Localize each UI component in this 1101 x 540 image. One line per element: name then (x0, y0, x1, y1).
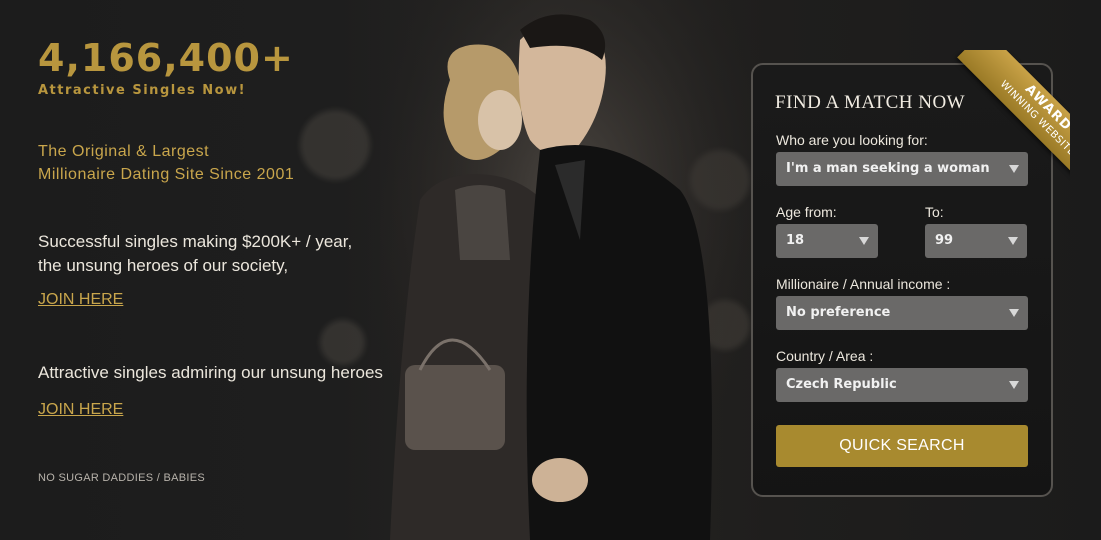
age-to-value: 99 (935, 233, 954, 248)
chevron-down-icon (858, 224, 870, 258)
age-from-label: Age from: (776, 204, 837, 220)
age-from-select[interactable]: 18 (776, 224, 878, 258)
join-here-link-successful[interactable]: JOIN HERE (38, 291, 123, 309)
chevron-down-icon (1007, 224, 1019, 258)
bokeh-light (320, 320, 365, 365)
country-value: Czech Republic (786, 377, 897, 392)
tagline-line-2: Millionaire Dating Site Since 2001 (38, 166, 295, 183)
site-tagline: The Original & Largest Millionaire Datin… (38, 140, 294, 186)
age-from-value: 18 (786, 233, 805, 248)
looking-for-label: Who are you looking for: (776, 132, 928, 148)
pitch-successful-line-2: the unsung heroes of our society, (38, 256, 289, 275)
chevron-down-icon (1008, 368, 1020, 402)
country-label: Country / Area : (776, 348, 874, 364)
pitch-successful: Successful singles making $200K+ / year,… (38, 230, 352, 278)
country-select[interactable]: Czech Republic (776, 368, 1028, 402)
pitch-successful-line-1: Successful singles making $200K+ / year, (38, 232, 353, 251)
join-here-link-attractive[interactable]: JOIN HERE (38, 401, 123, 419)
member-count-subtitle: Attractive Singles Now! (38, 83, 247, 98)
award-ribbon-band: AWARD WINNING WEBSITE (957, 50, 1070, 199)
disclaimer: NO SUGAR DADDIES / BABIES (38, 472, 206, 484)
award-ribbon: AWARD WINNING WEBSITE (910, 50, 1070, 210)
member-count: 4,166,400+ (38, 36, 294, 80)
income-label: Millionaire / Annual income : (776, 276, 951, 292)
income-select[interactable]: No preference (776, 296, 1028, 330)
tagline-line-1: The Original & Largest (38, 143, 210, 160)
chevron-down-icon (1008, 296, 1020, 330)
couple-photo (380, 0, 760, 540)
pitch-attractive: Attractive singles admiring our unsung h… (38, 363, 383, 382)
bokeh-light (300, 110, 370, 180)
age-to-select[interactable]: 99 (925, 224, 1027, 258)
income-value: No preference (786, 305, 891, 320)
quick-search-button[interactable]: QUICK SEARCH (776, 425, 1028, 467)
